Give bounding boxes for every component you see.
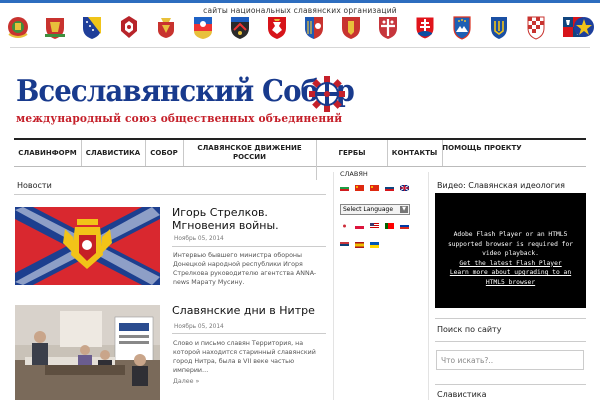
post-title-nitra[interactable]: Славянские дни в Нитре xyxy=(172,304,327,317)
flash-player-link[interactable]: Get the latest Flash Player xyxy=(435,259,586,269)
lusatia-emblem-icon[interactable] xyxy=(191,14,215,40)
montenegro-emblem-icon[interactable] xyxy=(154,14,178,40)
slovenia-emblem-icon[interactable] xyxy=(450,14,474,40)
bulgaria-emblem-icon[interactable] xyxy=(43,14,67,40)
post-divider xyxy=(172,333,326,334)
post-excerpt: Слово и письмо славян Территория, на кот… xyxy=(173,340,316,374)
nav-item-slavinform[interactable]: СЛАВИНФОРМ xyxy=(14,140,82,166)
post-date: Ноябрь 05, 2014 xyxy=(174,324,224,330)
main-nav: СЛАВИНФОРМ СЛАВИСТИКА СОБОР СЛАВЯНСКОЕ Д… xyxy=(14,138,586,180)
site-subtitle: международный союз общественных объедине… xyxy=(16,111,343,125)
slovakia-emblem-icon[interactable] xyxy=(413,14,437,40)
nav-item-sobor[interactable]: СОБОР xyxy=(145,140,184,166)
slavic-union-emblem-icon[interactable] xyxy=(572,14,596,40)
nav-item-slavic-movement[interactable]: СЛАВЯНСКОЕ ДВИЖЕНИЕ РОССИИ xyxy=(183,140,317,180)
flag-icon[interactable] xyxy=(400,223,410,229)
sidebar-separator xyxy=(428,172,429,400)
middle-separator xyxy=(333,172,334,400)
read-more-link[interactable]: Далее » xyxy=(173,378,199,385)
nav-item-kontakty[interactable]: КОНТАКТЫ xyxy=(387,140,443,166)
post-divider xyxy=(172,246,326,247)
ukraine-trident-emblem-icon[interactable] xyxy=(487,14,511,40)
flag-icon[interactable] xyxy=(340,242,349,248)
language-select-label: Select Language xyxy=(343,206,394,213)
header-divider xyxy=(10,47,590,48)
emblem-bar xyxy=(6,14,596,42)
post-title-strelkov[interactable]: Игорь Стрелков. Мгновения войны. xyxy=(172,206,327,232)
serbia-emblem-icon[interactable] xyxy=(376,14,400,40)
bosnia-emblem-icon[interactable] xyxy=(80,14,104,40)
nav-item-gerby[interactable]: ГЕРБЫ xyxy=(317,140,388,166)
flag-icon[interactable] xyxy=(385,223,395,229)
sidebar-divider xyxy=(435,384,586,385)
site-title[interactable]: Всеславянский Собор xyxy=(16,74,355,109)
post-date: Ноябрь 05, 2014 xyxy=(174,236,224,242)
flag-icon[interactable] xyxy=(340,185,349,191)
search-widget-title: Поиск по сайту xyxy=(437,325,502,334)
nav-item-slavistika[interactable]: СЛАВИСТИКА xyxy=(81,140,146,166)
sidebar-divider xyxy=(435,341,586,342)
post-image-novorossiya-flag[interactable] xyxy=(15,207,160,285)
donetsk-emblem-icon[interactable] xyxy=(228,14,252,40)
croatia-emblem-icon[interactable] xyxy=(524,14,548,40)
flag-icon[interactable] xyxy=(370,223,380,229)
macedonia-emblem-icon[interactable] xyxy=(117,14,141,40)
nav-item-help-project[interactable]: ПОМОЩЬ ПРОЕКТУ xyxy=(442,140,522,180)
flag-icon[interactable] xyxy=(355,185,365,191)
html5-upgrade-link[interactable]: Learn more about upgrading to an HTML5 b… xyxy=(435,268,586,287)
language-flags xyxy=(340,178,422,254)
poland-emblem-icon[interactable] xyxy=(265,14,289,40)
news-section-title: Новости xyxy=(17,181,52,190)
belarus-emblem-icon[interactable] xyxy=(6,14,30,40)
sidebar-divider xyxy=(435,318,586,319)
flag-icon[interactable] xyxy=(385,185,395,191)
flag-icon[interactable] xyxy=(340,223,349,229)
top-accent-bar xyxy=(0,0,600,3)
middle-title: СЛАВЯН xyxy=(340,170,368,178)
video-message-block: Adobe Flash Player or an HTML5 supported… xyxy=(435,230,586,287)
slavistika-widget-title: Славистика xyxy=(437,390,487,399)
language-select[interactable]: Select Language ▼ xyxy=(340,204,410,215)
flag-icon[interactable] xyxy=(370,242,380,248)
rusyn-emblem-icon[interactable] xyxy=(302,14,326,40)
search-input[interactable]: Что искать?.. xyxy=(436,350,584,370)
flag-icon[interactable] xyxy=(370,185,380,191)
news-divider xyxy=(14,194,326,195)
flag-icon[interactable] xyxy=(355,223,365,229)
kolovrat-logo-icon xyxy=(309,76,345,112)
video-player[interactable]: Adobe Flash Player or an HTML5 supported… xyxy=(435,193,586,308)
ukraine-emblem-icon[interactable] xyxy=(339,14,363,40)
chevron-down-icon: ▼ xyxy=(400,206,408,213)
post-image-conference[interactable] xyxy=(15,305,160,400)
video-widget-title: Видео: Славянская идеология xyxy=(437,181,565,190)
video-message: Adobe Flash Player or an HTML5 supported… xyxy=(447,231,574,257)
flag-icon[interactable] xyxy=(355,242,365,248)
flag-icon[interactable] xyxy=(400,185,410,191)
post-excerpt: Интервью бывшего министра обороны Донецк… xyxy=(173,252,317,286)
